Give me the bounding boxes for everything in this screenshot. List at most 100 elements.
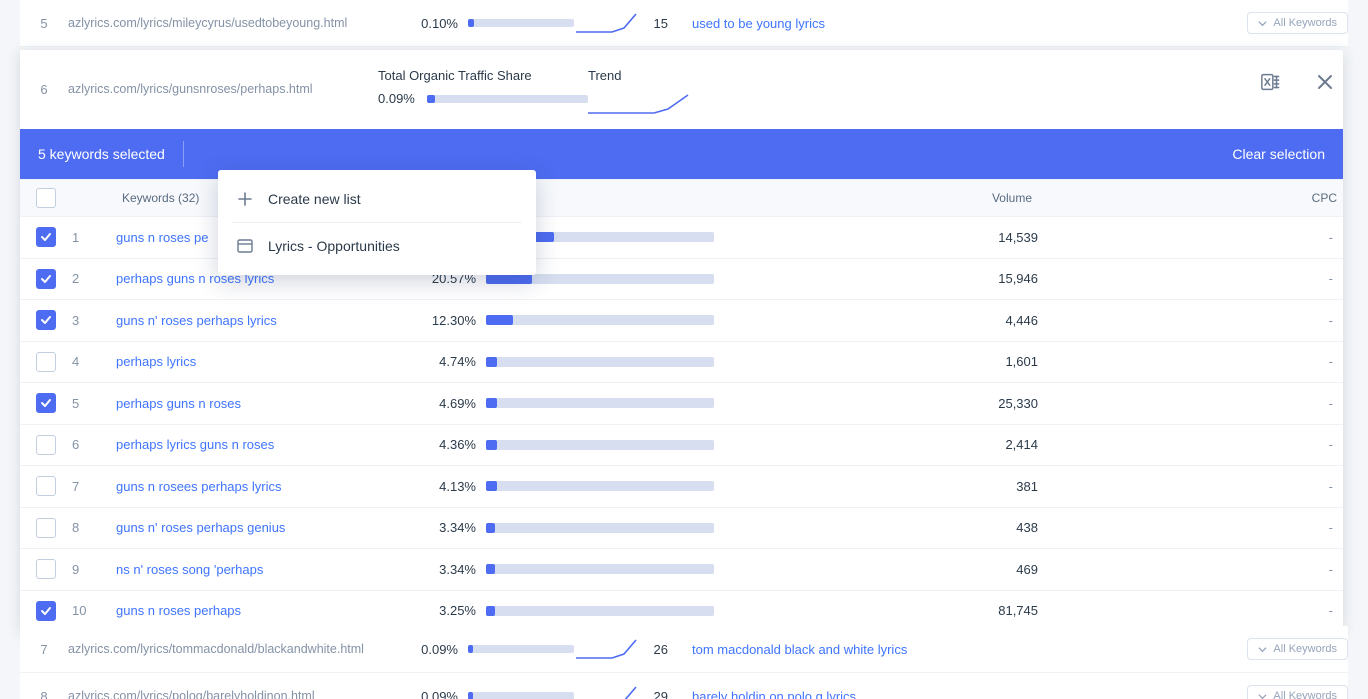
cpc-value: - <box>1038 437 1343 452</box>
existing-list-item[interactable]: Lyrics - Opportunities <box>218 225 536 267</box>
kw-count: 29 <box>644 689 692 699</box>
share-pct: 3.34% <box>416 520 486 535</box>
all-keywords-button[interactable]: All Keywords <box>1247 12 1348 34</box>
keyword-link[interactable]: guns n rosees perhaps lyrics <box>116 479 416 494</box>
row-index: 1 <box>72 230 116 245</box>
table-row: 6perhaps lyrics guns n roses4.36%2,414- <box>20 425 1343 467</box>
traffic-share-bar <box>427 95 588 103</box>
traffic-share-metric: Total Organic Traffic Share 0.09% <box>378 68 588 106</box>
table-row: 8guns n' roses perhaps genius3.34%438- <box>20 508 1343 550</box>
cpc-value: - <box>1038 230 1343 245</box>
chevron-down-icon <box>1258 19 1267 28</box>
row-checkbox[interactable] <box>36 559 56 579</box>
volume-value: 438 <box>736 520 1038 535</box>
kw-count: 26 <box>644 642 692 657</box>
row-checkbox[interactable] <box>36 269 56 289</box>
trend-metric: Trend <box>588 68 1148 115</box>
select-all-checkbox[interactable] <box>36 188 56 208</box>
keyword-link[interactable]: guns n roses perhaps <box>116 603 416 618</box>
row-index: 3 <box>72 313 116 328</box>
row-index: 5 <box>72 396 116 411</box>
cpc-value: - <box>1038 603 1343 618</box>
share-bar-cell <box>486 315 736 325</box>
row-checkbox[interactable] <box>36 476 56 496</box>
keyword-link[interactable]: guns n' roses perhaps genius <box>116 520 416 535</box>
share-pct: 3.25% <box>416 603 486 618</box>
keyword-link[interactable]: perhaps lyrics <box>116 354 416 369</box>
col-volume[interactable]: Volume <box>736 191 1038 205</box>
row-index: 5 <box>20 16 68 31</box>
share-bar-cell <box>486 523 736 533</box>
share-pct: 3.34% <box>416 562 486 577</box>
traffic-share-label: Total Organic Traffic Share <box>378 68 588 83</box>
row-checkbox[interactable] <box>36 310 56 330</box>
outer-table-top: 5 azlyrics.com/lyrics/mileycyrus/usedtob… <box>20 0 1348 47</box>
row-checkbox[interactable] <box>36 227 56 247</box>
clear-selection-button[interactable]: Clear selection <box>1232 146 1325 162</box>
share-pct: 12.30% <box>416 313 486 328</box>
row-checkbox[interactable] <box>36 393 56 413</box>
trend-spark <box>574 10 644 36</box>
panel-row-url: azlyrics.com/lyrics/gunsnroses/perhaps.h… <box>68 68 378 96</box>
cpc-value: - <box>1038 354 1343 369</box>
all-keywords-button[interactable]: All Keywords <box>1247 685 1348 699</box>
all-keywords-button[interactable]: All Keywords <box>1247 638 1348 660</box>
trend-spark <box>574 636 644 662</box>
chevron-down-icon <box>1258 692 1267 699</box>
outer-row[interactable]: 7azlyrics.com/lyrics/tommacdonald/blacka… <box>20 626 1348 673</box>
excel-icon <box>1260 71 1282 93</box>
volume-value: 15,946 <box>736 271 1038 286</box>
trend-spark <box>574 683 644 699</box>
close-icon <box>1316 73 1334 91</box>
top-keyword-link[interactable]: tom macdonald black and white lyrics <box>692 642 1092 657</box>
table-row: 3guns n' roses perhaps lyrics12.30% 4,446… <box>20 300 1343 342</box>
top-keyword-link[interactable]: used to be young lyrics <box>692 16 1092 31</box>
create-new-list-label: Create new list <box>268 191 361 207</box>
close-panel-button[interactable] <box>1311 68 1339 96</box>
save-to-list-popover: Create new list Lyrics - Opportunities <box>218 170 536 275</box>
row-index: 9 <box>72 562 116 577</box>
row-checkbox[interactable] <box>36 518 56 538</box>
cpc-value: - <box>1038 271 1343 286</box>
separator <box>232 222 522 223</box>
keyword-link[interactable]: guns n' roses perhaps lyrics <box>116 313 416 328</box>
share-pct: 4.13% <box>416 479 486 494</box>
volume-value: 1,601 <box>736 354 1038 369</box>
cpc-value: - <box>1038 562 1343 577</box>
list-icon <box>236 237 254 255</box>
create-new-list-item[interactable]: Create new list <box>218 178 536 220</box>
export-excel-button[interactable] <box>1257 68 1285 96</box>
volume-value: 4,446 <box>736 313 1038 328</box>
row-checkbox[interactable] <box>36 601 56 621</box>
share-bar-cell <box>486 357 736 367</box>
share-pct: 4.74% <box>416 354 486 369</box>
row-index: 2 <box>72 271 116 286</box>
cpc-value: - <box>1038 479 1343 494</box>
kw-count: 15 <box>644 16 692 31</box>
cpc-value: - <box>1038 313 1343 328</box>
table-row: 7guns n rosees perhaps lyrics4.13%381- <box>20 466 1343 508</box>
cpc-value: - <box>1038 396 1343 411</box>
outer-table-bottom: 7azlyrics.com/lyrics/tommacdonald/blacka… <box>20 626 1348 699</box>
outer-row[interactable]: 8azlyrics.com/lyrics/polog/barelyholdino… <box>20 673 1348 699</box>
keyword-link[interactable]: perhaps guns n roses <box>116 396 416 411</box>
volume-value: 2,414 <box>736 437 1038 452</box>
all-keywords-cell: All Keywords <box>1247 12 1348 34</box>
traffic-share-pct: 0.10% <box>408 16 468 31</box>
share-bar-cell <box>486 398 736 408</box>
top-keyword-link[interactable]: barely holdin on polo g lyrics <box>692 689 1092 699</box>
row-checkbox[interactable] <box>36 352 56 372</box>
share-pct: 4.36% <box>416 437 486 452</box>
share-bar-cell <box>486 481 736 491</box>
outer-row[interactable]: 5 azlyrics.com/lyrics/mileycyrus/usedtob… <box>20 0 1348 47</box>
keyword-link[interactable]: ns n' roses song 'perhaps <box>116 562 416 577</box>
volume-value: 14,539 <box>736 230 1038 245</box>
keyword-link[interactable]: perhaps lyrics guns n roses <box>116 437 416 452</box>
cpc-value: - <box>1038 520 1343 535</box>
panel-header: 6 azlyrics.com/lyrics/gunsnroses/perhaps… <box>20 50 1343 129</box>
share-pct: 4.69% <box>416 396 486 411</box>
table-row: 9ns n' roses song 'perhaps3.34%469- <box>20 549 1343 591</box>
col-cpc[interactable]: CPC <box>1038 191 1343 205</box>
row-checkbox[interactable] <box>36 435 56 455</box>
trend-label: Trend <box>588 68 1148 83</box>
